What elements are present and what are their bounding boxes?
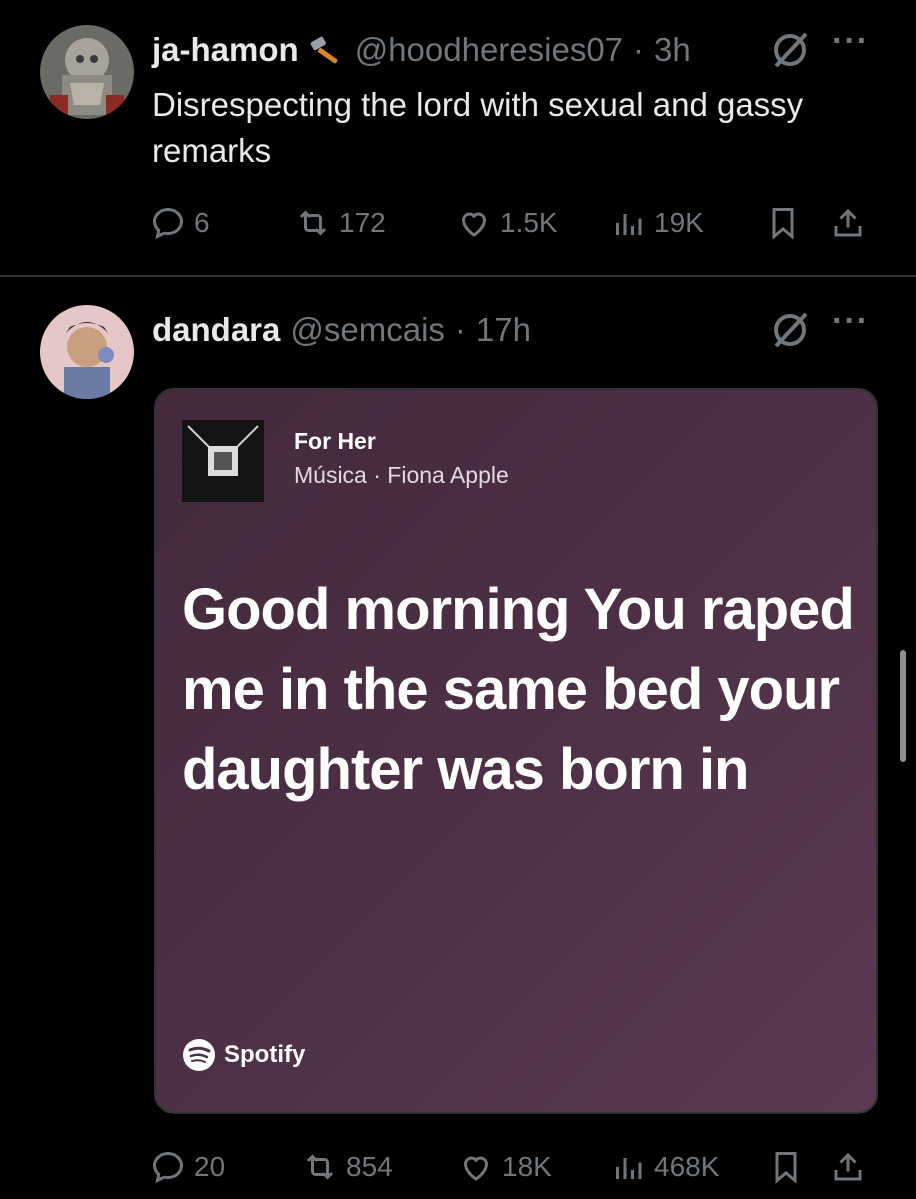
view-count: 19K	[654, 207, 704, 238]
views-icon	[616, 214, 642, 235]
repost-button[interactable]: 854	[302, 1142, 393, 1192]
views-button[interactable]: 468K	[610, 1142, 719, 1192]
bookmark-button[interactable]	[768, 1142, 812, 1192]
like-button[interactable]: 1.5K	[456, 198, 558, 248]
separator-dot: ·	[633, 31, 645, 68]
lyrics-text: Good morning You raped me in the same be…	[182, 577, 855, 802]
more-options-icon[interactable]: ···	[832, 302, 869, 341]
song-title: For Her	[294, 428, 376, 454]
reply-icon	[152, 207, 184, 240]
avatar[interactable]	[40, 25, 134, 119]
grok-icon[interactable]	[770, 310, 810, 350]
repost-count: 172	[339, 207, 386, 238]
share-button[interactable]	[830, 1142, 874, 1192]
grok-icon[interactable]	[770, 30, 810, 70]
like-button[interactable]: 18K	[458, 1142, 552, 1192]
view-count: 468K	[654, 1151, 720, 1182]
display-name[interactable]: dandara	[152, 311, 280, 349]
spotify-brand: Spotify	[182, 1038, 305, 1072]
tweet-header: dandara @semcais · 17h	[152, 300, 531, 360]
person-avatar-icon	[40, 305, 134, 399]
separator-dot: ·	[454, 311, 466, 348]
timestamp[interactable]: 3h	[654, 31, 691, 69]
user-handle[interactable]: @semcais	[290, 311, 445, 349]
repost-icon	[306, 1154, 334, 1180]
display-name[interactable]: ja-hamon	[152, 31, 299, 69]
reply-icon	[152, 1151, 184, 1184]
heart-icon	[463, 1156, 489, 1181]
tweet[interactable]: ja-hamon @hoodheresies07 · 3h ··· Disres…	[0, 0, 916, 275]
armored-figure-avatar-icon	[40, 25, 134, 119]
repost-icon	[299, 210, 327, 236]
share-button[interactable]	[830, 198, 874, 248]
tweet-text: Disrespecting the lord with sexual and g…	[152, 86, 804, 169]
album-cover	[182, 420, 264, 502]
tweet[interactable]: dandara @semcais · 17h ··· For Her Músic…	[0, 278, 916, 1199]
share-icon	[834, 1152, 862, 1181]
action-bar: 6 172 1.5K 19K	[150, 198, 880, 248]
song-meta: Música · Fiona Apple	[294, 462, 509, 488]
tweet-divider	[0, 275, 916, 277]
spotify-share-card[interactable]: For Her Música · Fiona Apple Good mornin…	[154, 388, 878, 1114]
timestamp[interactable]: 17h	[476, 311, 531, 349]
bookmark-button[interactable]	[765, 198, 809, 248]
action-bar: 20 854 18K 468K	[150, 1142, 880, 1192]
heart-icon	[461, 212, 487, 237]
user-handle[interactable]: @hoodheresies07	[355, 31, 623, 69]
tweet-header: ja-hamon @hoodheresies07 · 3h	[152, 20, 691, 80]
reply-count: 20	[194, 1151, 226, 1182]
hammer-icon	[309, 35, 343, 65]
like-count: 1.5K	[500, 207, 558, 238]
bookmark-icon	[775, 1152, 797, 1184]
views-icon	[616, 1158, 642, 1179]
reply-button[interactable]: 6	[150, 198, 210, 248]
avatar[interactable]	[40, 305, 134, 399]
scrollbar[interactable]	[900, 650, 906, 762]
share-icon	[834, 208, 862, 237]
spotify-icon	[183, 1039, 215, 1071]
bookmark-icon	[772, 208, 794, 240]
repost-button[interactable]: 172	[295, 198, 386, 248]
views-button[interactable]: 19K	[610, 198, 704, 248]
spotify-label: Spotify	[224, 1041, 306, 1068]
like-count: 18K	[502, 1151, 552, 1182]
reply-count: 6	[194, 207, 210, 238]
more-options-icon[interactable]: ···	[832, 22, 869, 61]
reply-button[interactable]: 20	[150, 1142, 225, 1192]
repost-count: 854	[346, 1151, 393, 1182]
